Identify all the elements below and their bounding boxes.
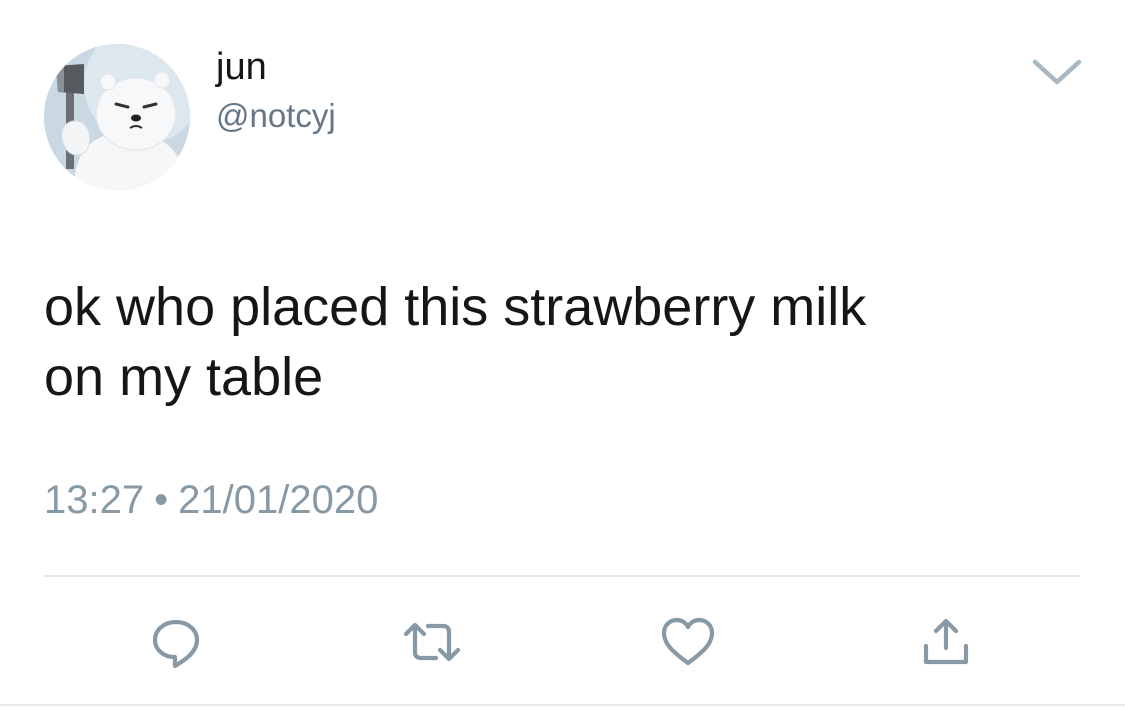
heart-icon bbox=[661, 617, 715, 666]
like-button[interactable] bbox=[658, 612, 718, 672]
tweet-timestamp[interactable]: 13:27 • 21/01/2020 bbox=[44, 474, 378, 526]
share-button[interactable] bbox=[916, 612, 976, 672]
reply-button[interactable] bbox=[146, 612, 206, 672]
display-name[interactable]: jun bbox=[216, 42, 267, 92]
avatar-image bbox=[44, 44, 190, 190]
tweet-time: 13:27 bbox=[44, 478, 145, 522]
divider bbox=[44, 575, 1080, 577]
retweet-button[interactable] bbox=[402, 612, 462, 672]
action-bar bbox=[0, 612, 1125, 672]
tweet-text: ok who placed this strawberry milk on my… bbox=[44, 277, 867, 407]
tweet-menu-button[interactable] bbox=[1030, 56, 1084, 90]
timestamp-separator: • bbox=[154, 478, 169, 522]
reply-icon bbox=[152, 619, 200, 669]
bottom-border bbox=[0, 704, 1125, 706]
avatar[interactable] bbox=[44, 44, 190, 190]
share-icon bbox=[923, 618, 969, 665]
chevron-down-icon bbox=[1032, 59, 1082, 85]
retweet-icon bbox=[403, 622, 461, 662]
tweet-card: jun @notcyj ok who placed this strawberr… bbox=[0, 0, 1125, 710]
tweet-date: 21/01/2020 bbox=[178, 478, 379, 522]
user-handle[interactable]: @notcyj bbox=[216, 94, 336, 138]
